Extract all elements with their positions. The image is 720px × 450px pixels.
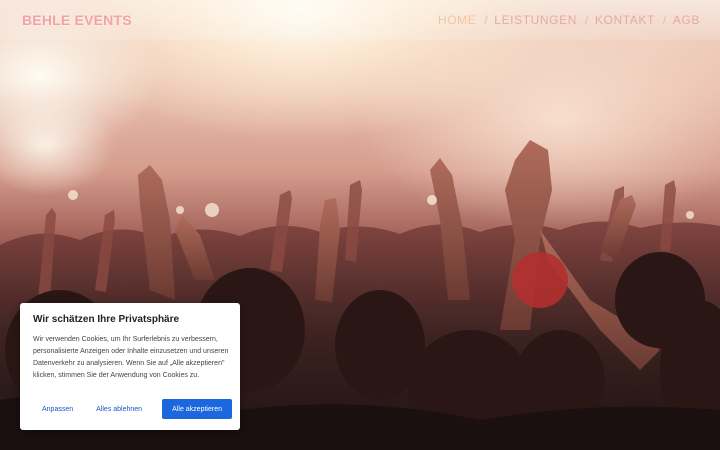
nav-item-leistungen[interactable]: LEISTUNGEN bbox=[494, 13, 577, 27]
nav-separator: / bbox=[662, 13, 667, 27]
site-header: BEHLE EVENTS HOME / LEISTUNGEN / KONTAKT… bbox=[0, 0, 720, 40]
reject-all-button[interactable]: Alles ablehnen bbox=[96, 406, 142, 413]
site-logo[interactable]: BEHLE EVENTS bbox=[22, 12, 132, 28]
cookie-button-row: Anpassen Alles ablehnen Alle akzeptieren bbox=[33, 399, 233, 419]
cookie-text: Wir verwenden Cookies, um Ihr Surferlebn… bbox=[33, 336, 229, 379]
nav-item-agb[interactable]: AGB bbox=[673, 13, 700, 27]
main-nav: HOME / LEISTUNGEN / KONTAKT / AGB bbox=[438, 13, 700, 27]
nav-separator: / bbox=[584, 13, 589, 27]
nav-item-kontakt[interactable]: KONTAKT bbox=[595, 13, 655, 27]
accept-all-button[interactable]: Alle akzeptieren bbox=[162, 399, 233, 419]
cookie-consent-dialog: Wir schätzen Ihre Privatsphäre Wir verwe… bbox=[20, 303, 240, 430]
cookie-title: Wir schätzen Ihre Privatsphäre bbox=[33, 314, 180, 325]
nav-item-home[interactable]: HOME bbox=[438, 13, 476, 27]
nav-separator: / bbox=[484, 13, 489, 27]
customize-button[interactable]: Anpassen bbox=[42, 406, 73, 413]
